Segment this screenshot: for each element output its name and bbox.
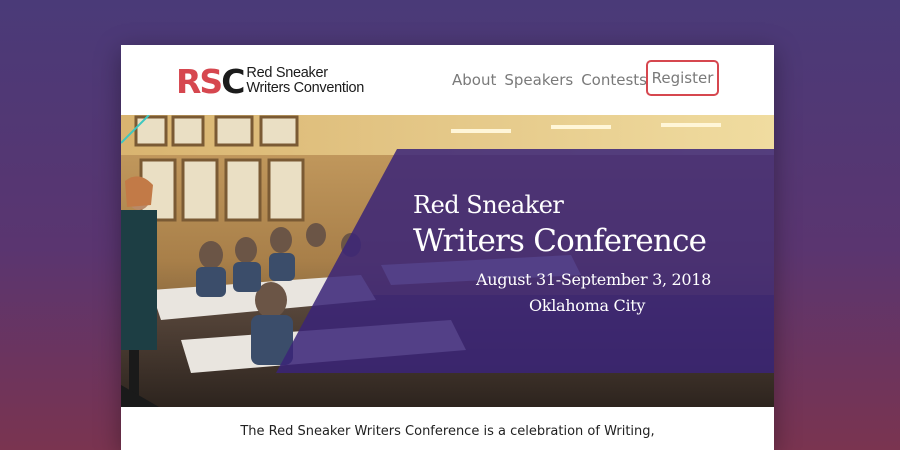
nav-link-contests[interactable]: Contests: [581, 71, 647, 89]
hero-title: Writers Conference: [413, 223, 707, 259]
hero-city: Oklahoma City: [529, 296, 646, 315]
browser-window: RS C Red Sneaker Writers Convention Abou…: [121, 45, 774, 450]
intro-line-1: The Red Sneaker Writers Conference is a …: [240, 424, 655, 439]
hero-dates: August 31-September 3, 2018: [476, 270, 712, 289]
nav-link-about[interactable]: About: [452, 71, 496, 89]
logo-wordmark: Red Sneaker Writers Convention: [246, 66, 364, 96]
intro-paragraph: The Red Sneaker Writers Conference is a …: [121, 420, 774, 444]
hero-banner: Red Sneaker Writers Conference August 31…: [121, 115, 774, 407]
site-header: RS C Red Sneaker Writers Convention Abou…: [121, 45, 774, 115]
logo-line-1: Red Sneaker: [246, 65, 328, 81]
main-nav: About Speakers Contests: [452, 68, 655, 92]
nav-link-speakers[interactable]: Speakers: [504, 71, 573, 89]
hero-text-block: Red Sneaker Writers Conference August 31…: [391, 115, 774, 407]
register-button[interactable]: Register: [646, 60, 719, 96]
hero-subtitle: Red Sneaker: [413, 191, 564, 219]
logo-line-2: Writers Convention: [246, 80, 365, 96]
logo-mark-rs: RS: [176, 61, 223, 101]
logo-mark-c: C: [221, 61, 245, 101]
site-logo[interactable]: RS C Red Sneaker Writers Convention: [176, 63, 364, 99]
